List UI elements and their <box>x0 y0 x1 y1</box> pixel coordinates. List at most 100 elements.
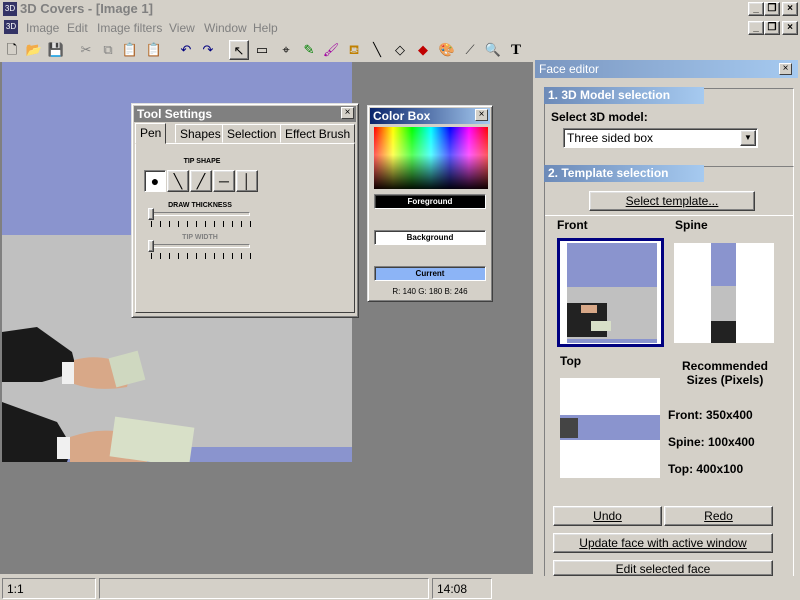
copy-icon[interactable]: ⧉ <box>98 40 118 60</box>
fill-bucket-icon[interactable]: ⛾ <box>344 40 364 60</box>
menu-help[interactable]: Help <box>253 21 278 35</box>
undo-button[interactable]: Undo <box>553 506 662 526</box>
rectangle-select-icon[interactable]: ▭ <box>252 40 272 60</box>
clock-status: 14:08 <box>432 578 492 599</box>
cut-icon[interactable]: ✂ <box>76 40 96 60</box>
open-folder-icon[interactable]: 📂 <box>24 40 44 60</box>
edit-face-label: Edit selected face <box>615 562 711 576</box>
paste-special-icon[interactable]: 📋 <box>144 40 164 60</box>
tip-width-slider[interactable] <box>148 240 154 252</box>
update-face-label: Update face with active window <box>579 536 747 550</box>
draw-thickness-slider[interactable] <box>148 208 154 220</box>
background-swatch[interactable]: Background <box>374 230 486 245</box>
app-icon[interactable]: 3D <box>3 2 17 16</box>
model-section-title: 1. 3D Model selection <box>544 87 704 104</box>
draw-thickness-ticks <box>151 221 251 227</box>
tip-slash-button[interactable]: ╱ <box>190 170 212 192</box>
spine-face-preview[interactable] <box>674 243 774 343</box>
top-face-preview[interactable] <box>560 378 660 478</box>
tab-pen[interactable]: Pen <box>135 123 167 144</box>
tip-backslash-button[interactable]: ╲ <box>167 170 189 192</box>
tool-settings-window[interactable]: Tool Settings × Pen Shapes Selection Eff… <box>131 103 359 318</box>
palette-icon[interactable]: 🎨 <box>437 40 457 60</box>
redo-label: Redo <box>704 509 733 523</box>
front-face-preview[interactable] <box>557 238 664 347</box>
chevron-down-icon[interactable]: ▼ <box>740 130 756 146</box>
color-box-caption[interactable]: Color Box <box>370 108 490 124</box>
redo-button[interactable]: Redo <box>664 506 773 526</box>
tool-settings-caption[interactable]: Tool Settings <box>134 106 356 122</box>
spine-label: Spine <box>675 218 708 232</box>
top-label: Top <box>560 354 582 368</box>
redo-icon[interactable]: ↷ <box>198 40 218 60</box>
tab-effect-brush[interactable]: Effect Brush <box>280 124 356 143</box>
face-editor-caption: Face editor <box>535 60 798 78</box>
draw-thickness-track <box>150 212 250 216</box>
tip-horizontal-button[interactable]: ─ <box>213 170 235 192</box>
select-template-button[interactable]: Select template... <box>589 191 755 211</box>
paste-icon[interactable]: 📋 <box>120 40 140 60</box>
color-picker-icon[interactable]: ◆ <box>413 40 433 60</box>
model-select-value: Three sided box <box>567 131 654 145</box>
update-face-button[interactable]: Update face with active window <box>553 533 773 553</box>
hands-with-money-illustration <box>2 327 195 462</box>
face-editor-close-icon[interactable]: × <box>779 63 792 75</box>
close-icon[interactable]: × <box>782 2 798 16</box>
foreground-swatch[interactable]: Foreground <box>374 194 486 209</box>
doc-restore-icon[interactable]: ❐ <box>764 21 780 35</box>
lasso-icon[interactable]: ⌖ <box>276 40 296 60</box>
rgb-readout: R: 140 G: 180 B: 246 <box>392 287 468 296</box>
title-bar: 3D 3D Covers - [Image 1] _ ❐ × <box>0 0 800 18</box>
edit-face-button[interactable]: Edit selected face <box>553 560 773 576</box>
tip-width-track <box>150 244 250 248</box>
document-icon[interactable]: 3D <box>4 20 18 34</box>
pen-tool-icon[interactable]: ✎ <box>299 40 319 60</box>
model-select[interactable]: Three sided box ▼ <box>563 128 758 148</box>
spine-size: Spine: 100x400 <box>668 435 755 449</box>
draw-thickness-label: DRAW THICKNESS <box>168 202 232 209</box>
select-template-label: Select template... <box>625 194 719 208</box>
pointer-tool-icon[interactable]: ↖ <box>229 40 249 60</box>
doc-close-icon[interactable]: × <box>782 21 798 35</box>
brush-tool-icon[interactable]: 🖌 <box>321 40 341 60</box>
face-editor-panel: Face editor × 1. 3D Model selection Sele… <box>535 60 798 578</box>
save-icon[interactable]: 💾 <box>46 40 66 60</box>
eyedropper-icon[interactable]: ⟋ <box>460 40 480 60</box>
color-box-window[interactable]: Color Box × Foreground Background Curren… <box>367 105 493 302</box>
menu-view[interactable]: View <box>169 21 195 35</box>
tab-shapes[interactable]: Shapes <box>175 124 226 143</box>
message-status <box>99 578 429 599</box>
text-tool-icon[interactable]: T <box>506 40 526 60</box>
tip-width-label: TIP WIDTH <box>182 234 218 241</box>
doc-minimize-icon[interactable]: _ <box>748 21 764 35</box>
pen-tab-panel <box>135 143 355 313</box>
top-size: Top: 400x100 <box>668 462 744 476</box>
template-section-title: 2. Template selection <box>544 165 704 182</box>
menu-window[interactable]: Window <box>204 21 247 35</box>
zoom-icon[interactable]: 🔍 <box>483 40 503 60</box>
front-size: Front: 350x400 <box>668 408 753 422</box>
tip-vertical-button[interactable]: │ <box>236 170 258 192</box>
new-file-icon[interactable]: 🗋 <box>2 40 22 60</box>
line-tool-icon[interactable]: ╲ <box>367 40 387 60</box>
select-model-label: Select 3D model: <box>551 110 648 124</box>
menu-image-filters[interactable]: Image filters <box>97 21 162 35</box>
restore-icon[interactable]: ❐ <box>764 2 780 16</box>
tip-width-ticks <box>151 253 251 259</box>
tip-round-button[interactable]: ● <box>144 170 166 192</box>
menu-bar: 3D Image Edit Image filters View Window … <box>0 18 800 38</box>
menu-edit[interactable]: Edit <box>67 21 88 35</box>
minimize-icon[interactable]: _ <box>748 2 764 16</box>
tab-selection[interactable]: Selection <box>222 124 282 143</box>
recommended-sizes-title: Recommended Sizes (Pixels) <box>681 359 769 387</box>
front-label: Front <box>557 218 588 232</box>
undo-icon[interactable]: ↶ <box>176 40 196 60</box>
menu-image[interactable]: Image <box>26 21 59 35</box>
undo-label: Undo <box>593 509 622 523</box>
color-box-close-icon[interactable]: × <box>475 109 488 121</box>
eraser-icon[interactable]: ◇ <box>390 40 410 60</box>
tool-settings-close-icon[interactable]: × <box>341 107 354 119</box>
zoom-status: 1:1 <box>2 578 96 599</box>
color-spectrum[interactable] <box>374 127 488 189</box>
tip-shape-label: TIP SHAPE <box>183 158 221 165</box>
